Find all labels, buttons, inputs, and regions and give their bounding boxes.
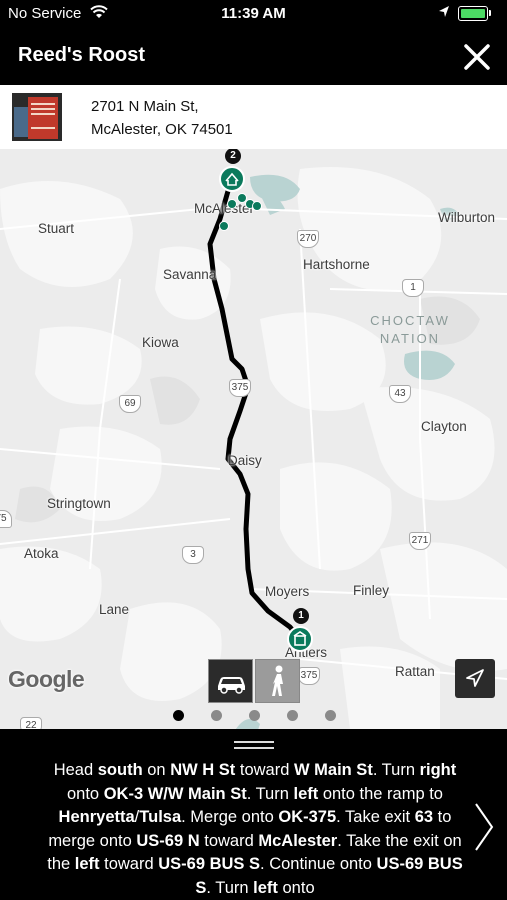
route-line <box>207 188 301 640</box>
page-dot[interactable] <box>325 710 336 721</box>
place-hartshorne: Hartshorne <box>303 257 370 272</box>
place-atoka: Atoka <box>24 546 59 561</box>
region-label: CHOCTAW NATION <box>370 312 450 348</box>
walking-person-icon <box>272 665 283 696</box>
clock: 11:39 AM <box>221 5 286 22</box>
destination-pin[interactable] <box>219 166 245 192</box>
highway-shield-270: 270 <box>297 230 319 248</box>
walking-mode-button[interactable] <box>255 659 300 703</box>
house-icon <box>225 172 239 186</box>
building-icon <box>293 631 307 646</box>
place-daisy: Daisy <box>228 453 262 468</box>
place-kiowa: Kiowa <box>142 335 179 350</box>
place-lane: Lane <box>99 602 130 617</box>
navigation-arrow-icon <box>466 669 484 687</box>
page-dot[interactable] <box>173 710 184 721</box>
location-thumbnail <box>12 93 62 141</box>
highway-shield-69: 69 <box>119 395 141 413</box>
highway-shield-43: 43 <box>389 385 411 403</box>
address-text: 2701 N Main St, McAlester, OK 74501 <box>91 95 233 141</box>
car-icon <box>218 677 245 694</box>
page-dot[interactable] <box>211 710 222 721</box>
header: Reed's Roost <box>0 28 507 85</box>
driving-mode-button[interactable] <box>208 659 253 703</box>
map-terrain <box>0 167 507 729</box>
stop-dot[interactable] <box>219 221 229 231</box>
directions-panel[interactable]: Head south on NW H St toward W Main St. … <box>0 729 507 900</box>
location-arrow-icon <box>438 5 450 23</box>
place-moyers: Moyers <box>265 584 310 599</box>
region-line1: CHOCTAW <box>370 313 450 328</box>
thumbnail-book <box>14 107 28 137</box>
stop-dot[interactable] <box>252 201 262 211</box>
page-dot[interactable] <box>287 710 298 721</box>
place-clayton: Clayton <box>421 419 467 434</box>
place-rattan: Rattan <box>395 664 435 679</box>
place-stringtown: Stringtown <box>47 496 111 511</box>
status-bar: No Service 11:39 AM <box>0 0 507 28</box>
page-dot[interactable] <box>249 710 260 721</box>
highway-shield-1: 1 <box>402 279 424 297</box>
highway-shield-375: 375 <box>229 379 251 397</box>
drag-handle-icon[interactable] <box>234 741 274 749</box>
next-step-chevron-icon[interactable] <box>472 801 496 853</box>
directions-text: Head south on NW H St toward W Main St. … <box>47 761 463 897</box>
region-line2: NATION <box>379 331 441 346</box>
stop-dot[interactable] <box>227 199 237 209</box>
battery-level <box>461 9 485 18</box>
highway-shield-75: 75 <box>0 510 12 528</box>
highway-shield-3: 3 <box>182 546 204 564</box>
place-savanna: Savanna <box>163 267 217 282</box>
place-wilburton: Wilburton <box>438 210 496 225</box>
page-indicator <box>0 709 507 723</box>
address-line1: 2701 N Main St, <box>91 98 199 115</box>
thumbnail-poster-text <box>31 103 55 105</box>
start-pin-number: 1 <box>293 608 309 624</box>
recenter-button[interactable] <box>455 659 495 698</box>
page-title: Reed's Roost <box>18 44 146 66</box>
battery-icon <box>458 6 488 21</box>
map-view[interactable]: McAlester Stuart Wilburton Savanna Harts… <box>0 149 507 729</box>
address-card[interactable]: 2701 N Main St, McAlester, OK 74501 <box>0 85 507 149</box>
google-logo: Google <box>8 666 85 692</box>
highway-shield-375-south: 375 <box>298 667 320 685</box>
place-finley: Finley <box>353 583 390 598</box>
start-pin[interactable] <box>287 626 313 652</box>
highway-shield-271: 271 <box>409 532 431 550</box>
address-line2: McAlester, OK 74501 <box>91 121 233 138</box>
place-stuart: Stuart <box>38 221 75 236</box>
close-icon[interactable] <box>460 40 494 74</box>
battery-tip <box>489 10 491 16</box>
